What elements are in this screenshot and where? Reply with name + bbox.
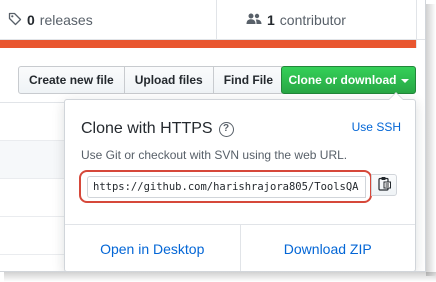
summary-divider xyxy=(216,0,217,40)
clone-url-input[interactable]: https://github.com/harishrajora805/Tools… xyxy=(87,176,366,198)
find-file-button[interactable]: Find File xyxy=(213,66,285,94)
caret-down-icon xyxy=(400,78,409,83)
people-icon xyxy=(246,12,262,29)
contributors-link[interactable]: 1 contributor xyxy=(246,8,346,32)
clone-popover-footer: Open in Desktop Download ZIP xyxy=(65,224,416,271)
file-row xyxy=(0,103,64,141)
copy-url-button[interactable] xyxy=(371,174,397,196)
create-new-file-button[interactable]: Create new file xyxy=(18,66,125,94)
releases-count: 0 xyxy=(27,12,35,28)
clone-title-text: Clone with HTTPS xyxy=(81,120,213,137)
file-actions-group: Create new file Upload files Find File xyxy=(18,66,285,94)
clone-description: Use Git or checkout with SVN using the w… xyxy=(81,148,348,162)
file-row xyxy=(0,179,64,217)
clone-title: Clone with HTTPS ? xyxy=(81,120,234,138)
tag-icon xyxy=(8,12,22,29)
use-ssh-link[interactable]: Use SSH xyxy=(352,120,401,134)
popover-arrow xyxy=(388,92,404,100)
question-icon[interactable]: ? xyxy=(218,121,234,137)
download-zip-link[interactable]: Download ZIP xyxy=(239,225,416,271)
contributors-count: 1 xyxy=(267,12,275,28)
summary-edge xyxy=(416,0,417,48)
upload-files-button[interactable]: Upload files xyxy=(124,66,214,94)
releases-label: releases xyxy=(39,12,93,28)
language-bar xyxy=(0,40,416,48)
repository-page: 0 releases 1 contributor Create new file… xyxy=(0,0,426,272)
clone-popover: Clone with HTTPS ? Use SSH Use Git or ch… xyxy=(64,92,416,271)
file-row xyxy=(0,217,64,255)
repo-summary-bar: 0 releases 1 contributor xyxy=(0,0,425,40)
contributors-label: contributor xyxy=(279,12,346,28)
page-shadow-right xyxy=(426,4,436,276)
clone-button-label: Clone or download xyxy=(288,73,397,87)
url-highlight-annotation: https://github.com/harishrajora805/Tools… xyxy=(79,170,372,203)
clone-or-download-button[interactable]: Clone or download xyxy=(281,66,416,94)
page-shadow-bottom xyxy=(4,272,436,282)
file-row xyxy=(0,141,64,179)
clipboard-icon xyxy=(377,176,391,194)
file-list-background xyxy=(0,102,64,271)
open-in-desktop-link[interactable]: Open in Desktop xyxy=(65,225,240,271)
releases-link[interactable]: 0 releases xyxy=(8,8,93,32)
